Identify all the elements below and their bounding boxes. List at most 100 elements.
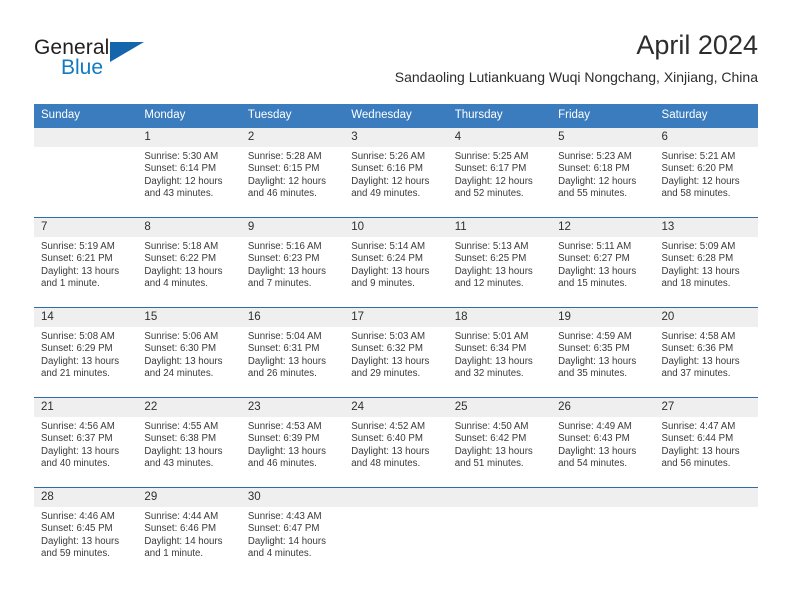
week-row: 1 Sunrise: 5:30 AM Sunset: 6:14 PM Dayli… [34,128,758,217]
daylight-text-line2: and 40 minutes. [41,457,110,469]
day-details: Sunrise: 5:11 AM Sunset: 6:27 PM Dayligh… [551,237,654,290]
day-cell[interactable] [34,128,138,217]
sunset-text: Sunset: 6:31 PM [247,343,320,355]
daylight-text-line2: and 4 minutes. [247,547,312,559]
day-number: 18 [447,308,552,327]
day-cell[interactable]: 29 Sunrise: 4:44 AM Sunset: 6:46 PM Dayl… [137,488,241,572]
day-number: 28 [34,488,138,507]
day-cell[interactable]: 28 Sunrise: 4:46 AM Sunset: 6:45 PM Dayl… [34,488,138,572]
daylight-text-line2: and 1 minute. [144,547,204,559]
day-details: Sunrise: 5:09 AM Sunset: 6:28 PM Dayligh… [655,237,758,290]
week-row: 14 Sunrise: 5:08 AM Sunset: 6:29 PM Dayl… [34,307,758,397]
day-cell[interactable]: 3 Sunrise: 5:26 AM Sunset: 6:16 PM Dayli… [344,128,448,217]
sunrise-text: Sunrise: 5:13 AM [454,241,529,252]
daylight-text-line1: Daylight: 13 hours [661,445,740,457]
day-cell[interactable]: 11 Sunrise: 5:13 AM Sunset: 6:25 PM Dayl… [447,218,552,307]
daylight-text-line2: and 9 minutes. [351,277,415,289]
sunset-text: Sunset: 6:14 PM [144,163,217,175]
day-cell[interactable]: 9 Sunrise: 5:16 AM Sunset: 6:23 PM Dayli… [240,218,345,307]
day-number: 8 [137,218,241,237]
day-cell[interactable] [344,488,448,572]
sunset-text: Sunset: 6:46 PM [144,523,217,535]
day-cell[interactable]: 23 Sunrise: 4:53 AM Sunset: 6:39 PM Dayl… [240,398,345,487]
day-cell[interactable]: 18 Sunrise: 5:01 AM Sunset: 6:34 PM Dayl… [447,308,552,397]
day-number: 19 [551,308,655,327]
day-number: 16 [240,308,345,327]
daylight-text-line2: and 46 minutes. [247,457,317,469]
sunrise-text: Sunrise: 4:58 AM [661,331,736,342]
day-cell[interactable]: 19 Sunrise: 4:59 AM Sunset: 6:35 PM Dayl… [551,308,655,397]
day-details: Sunrise: 5:06 AM Sunset: 6:30 PM Dayligh… [137,327,240,380]
day-cell[interactable]: 1 Sunrise: 5:30 AM Sunset: 6:14 PM Dayli… [137,128,241,217]
day-number: 3 [344,128,448,147]
day-number: 11 [447,218,552,237]
day-details: Sunrise: 5:08 AM Sunset: 6:29 PM Dayligh… [34,327,137,380]
sunset-text: Sunset: 6:15 PM [247,163,320,175]
day-cell[interactable]: 13 Sunrise: 5:09 AM Sunset: 6:28 PM Dayl… [654,218,758,307]
daylight-text-line1: Daylight: 13 hours [41,355,120,367]
daylight-text-line1: Daylight: 13 hours [144,355,223,367]
day-cell[interactable] [654,488,758,572]
sunrise-text: Sunrise: 5:08 AM [41,331,115,342]
day-cell[interactable]: 20 Sunrise: 4:58 AM Sunset: 6:36 PM Dayl… [654,308,758,397]
sunrise-text: Sunrise: 4:49 AM [558,421,632,432]
day-details: Sunrise: 4:56 AM Sunset: 6:37 PM Dayligh… [34,417,137,470]
sunrise-text: Sunrise: 5:04 AM [247,331,322,342]
day-cell[interactable]: 26 Sunrise: 4:49 AM Sunset: 6:43 PM Dayl… [551,398,655,487]
general-blue-logo[interactable]: General Blue [34,36,184,88]
day-number: 24 [344,398,448,417]
day-details: Sunrise: 4:58 AM Sunset: 6:36 PM Dayligh… [655,327,758,380]
day-cell[interactable]: 25 Sunrise: 4:50 AM Sunset: 6:42 PM Dayl… [447,398,552,487]
day-cell[interactable]: 10 Sunrise: 5:14 AM Sunset: 6:24 PM Dayl… [344,218,448,307]
day-cell[interactable]: 22 Sunrise: 4:55 AM Sunset: 6:38 PM Dayl… [137,398,241,487]
day-cell[interactable]: 24 Sunrise: 4:52 AM Sunset: 6:40 PM Dayl… [344,398,448,487]
day-cell[interactable]: 12 Sunrise: 5:11 AM Sunset: 6:27 PM Dayl… [551,218,655,307]
day-cell[interactable]: 17 Sunrise: 5:03 AM Sunset: 6:32 PM Dayl… [344,308,448,397]
day-cell[interactable]: 15 Sunrise: 5:06 AM Sunset: 6:30 PM Dayl… [137,308,241,397]
daylight-text-line2: and 54 minutes. [558,457,628,469]
weekday-header-wednesday: Wednesday [351,109,412,121]
day-cell[interactable]: 7 Sunrise: 5:19 AM Sunset: 6:21 PM Dayli… [34,218,138,307]
daylight-text-line2: and 49 minutes. [351,187,421,199]
sunset-text: Sunset: 6:18 PM [558,163,630,175]
daylight-text-line1: Daylight: 12 hours [661,175,740,187]
day-cell[interactable]: 6 Sunrise: 5:21 AM Sunset: 6:20 PM Dayli… [654,128,758,217]
daylight-text-line1: Daylight: 13 hours [661,355,740,367]
day-cell[interactable]: 8 Sunrise: 5:18 AM Sunset: 6:22 PM Dayli… [137,218,241,307]
day-details: Sunrise: 5:19 AM Sunset: 6:21 PM Dayligh… [34,237,137,290]
day-cell[interactable] [447,488,552,572]
day-cell[interactable]: 14 Sunrise: 5:08 AM Sunset: 6:29 PM Dayl… [34,308,138,397]
sunrise-text: Sunrise: 5:19 AM [41,241,115,252]
day-details: Sunrise: 5:25 AM Sunset: 6:17 PM Dayligh… [448,147,551,200]
sunset-text: Sunset: 6:22 PM [144,253,217,265]
daylight-text-line2: and 56 minutes. [661,457,731,469]
day-number: 23 [240,398,345,417]
day-cell[interactable]: 30 Sunrise: 4:43 AM Sunset: 6:47 PM Dayl… [240,488,345,572]
daylight-text-line2: and 58 minutes. [661,187,731,199]
sunrise-text: Sunrise: 5:09 AM [661,241,736,252]
sunrise-text: Sunrise: 4:44 AM [144,511,219,522]
sunset-text: Sunset: 6:38 PM [144,433,217,445]
day-details: Sunrise: 5:30 AM Sunset: 6:14 PM Dayligh… [137,147,240,200]
day-cell[interactable]: 16 Sunrise: 5:04 AM Sunset: 6:31 PM Dayl… [240,308,345,397]
day-details: Sunrise: 5:28 AM Sunset: 6:15 PM Dayligh… [241,147,344,200]
day-details: Sunrise: 4:52 AM Sunset: 6:40 PM Dayligh… [344,417,447,470]
daylight-text-line1: Daylight: 14 hours [144,535,223,547]
day-number: 21 [34,398,138,417]
daylight-text-line1: Daylight: 13 hours [558,355,637,367]
day-cell[interactable]: 21 Sunrise: 4:56 AM Sunset: 6:37 PM Dayl… [34,398,138,487]
daylight-text-line2: and 48 minutes. [351,457,421,469]
sunset-text: Sunset: 6:32 PM [351,343,423,355]
day-cell[interactable]: 4 Sunrise: 5:25 AM Sunset: 6:17 PM Dayli… [447,128,552,217]
day-cell[interactable]: 2 Sunrise: 5:28 AM Sunset: 6:15 PM Dayli… [240,128,345,217]
weekday-header-sunday: Sunday [41,109,81,121]
day-details: Sunrise: 5:16 AM Sunset: 6:23 PM Dayligh… [241,237,344,290]
day-cell[interactable] [551,488,655,572]
day-cell[interactable]: 5 Sunrise: 5:23 AM Sunset: 6:18 PM Dayli… [551,128,655,217]
sunrise-text: Sunrise: 5:03 AM [351,331,426,342]
daylight-text-line1: Daylight: 12 hours [558,175,637,187]
day-cell[interactable]: 27 Sunrise: 4:47 AM Sunset: 6:44 PM Dayl… [654,398,758,487]
sunrise-text: Sunrise: 4:52 AM [351,421,426,432]
page-header: General Blue April 2024 Sandaoling Lutia… [34,28,758,100]
sunset-text: Sunset: 6:42 PM [454,433,527,445]
